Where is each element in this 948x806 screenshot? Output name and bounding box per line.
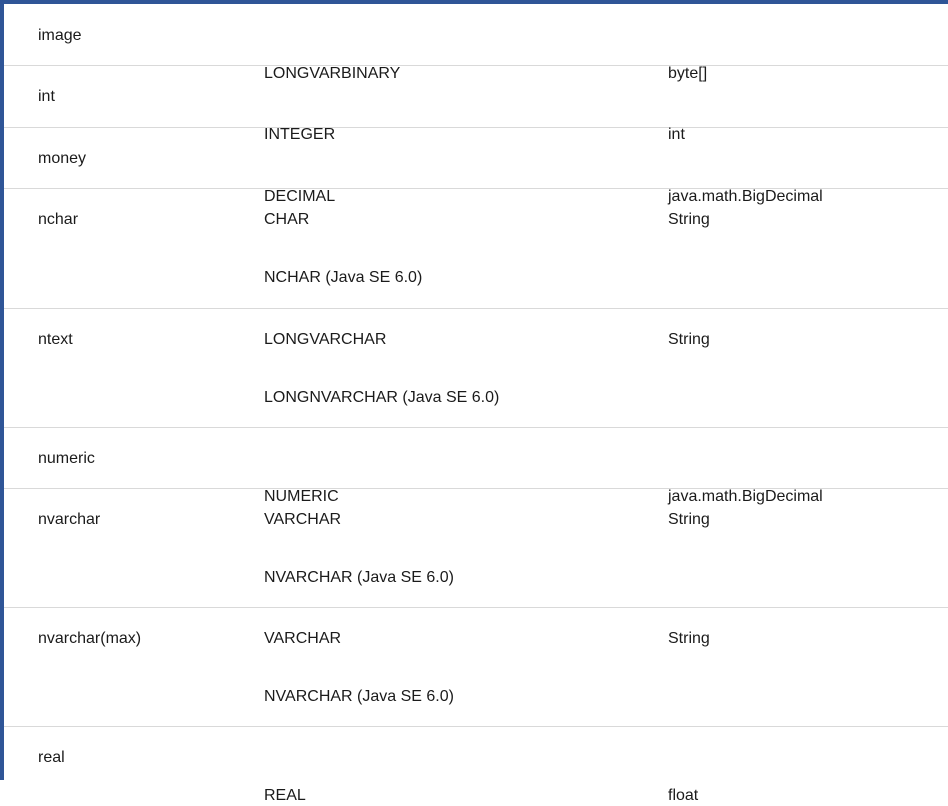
java-type-cell: String <box>668 511 710 528</box>
jdbc-type-line: VARCHAR <box>264 511 342 528</box>
sql-type-cell: image <box>38 27 82 44</box>
jdbc-type-line: CHAR <box>264 211 310 228</box>
sql-type-cell: real <box>38 749 65 766</box>
table-row: numeric NUMERIC java.math.BigDecimal <box>4 428 948 505</box>
table-row: int INTEGER int <box>4 66 948 143</box>
table-row: money DECIMAL java.math.BigDecimal <box>4 128 948 205</box>
table-row: nvarchar VARCHAR NVARCHAR (Java SE 6.0) … <box>4 489 948 608</box>
table-row: nvarchar(max) VARCHAR NVARCHAR (Java SE … <box>4 608 948 727</box>
java-type-cell: String <box>668 331 710 348</box>
jdbc-type-line: NVARCHAR (Java SE 6.0) <box>264 688 454 705</box>
jdbc-type-cell: CHAR NCHAR (Java SE 6.0) <box>264 210 422 288</box>
jdbc-type-cell: LONGVARCHAR LONGNVARCHAR (Java SE 6.0) <box>264 330 499 408</box>
jdbc-type-cell: VARCHAR NVARCHAR (Java SE 6.0) <box>264 629 454 707</box>
jdbc-type-line: NVARCHAR (Java SE 6.0) <box>264 569 454 586</box>
sql-type-cell: nvarchar(max) <box>38 630 142 647</box>
sql-type-cell: int <box>38 88 55 105</box>
jdbc-type-line: VARCHAR <box>264 630 342 647</box>
table-row: nchar CHAR NCHAR (Java SE 6.0) String <box>4 189 948 309</box>
type-mapping-table: image LONGVARBINARY byte[] int INTEGER i… <box>0 0 948 804</box>
java-type-cell: float <box>668 787 699 804</box>
java-type-cell: String <box>668 630 710 647</box>
jdbc-type-line: NCHAR (Java SE 6.0) <box>264 269 423 286</box>
jdbc-type-cell: REAL <box>264 787 306 804</box>
sql-type-cell: nvarchar <box>38 511 101 528</box>
jdbc-type-line: LONGNVARCHAR (Java SE 6.0) <box>264 389 500 406</box>
java-type-cell: String <box>668 211 710 228</box>
sql-type-cell: numeric <box>38 450 95 467</box>
table-row: image LONGVARBINARY byte[] <box>4 4 948 82</box>
sql-type-cell: ntext <box>38 331 73 348</box>
table-row: ntext LONGVARCHAR LONGNVARCHAR (Java SE … <box>4 309 948 428</box>
jdbc-type-cell: VARCHAR NVARCHAR (Java SE 6.0) <box>264 510 454 588</box>
jdbc-type-line: LONGVARCHAR <box>264 331 387 348</box>
sql-type-cell: money <box>38 150 87 167</box>
table-row: real REAL float <box>4 727 948 804</box>
sql-type-cell: nchar <box>38 211 79 228</box>
